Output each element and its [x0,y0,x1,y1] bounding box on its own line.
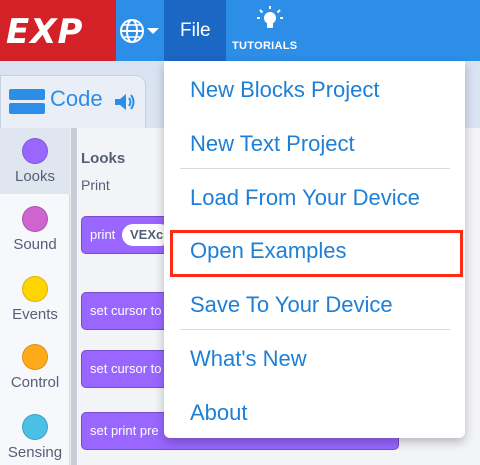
category-sensing[interactable]: Sensing [0,404,70,465]
code-blocks-icon [9,89,45,114]
category-control[interactable]: Control [0,334,70,400]
menu-item-label: Load From Your Device [190,185,420,210]
menu-item-label: New Text Project [190,131,355,156]
speaker-icon[interactable] [113,92,135,112]
category-events[interactable]: Events [0,266,70,332]
menu-item-save-to-device[interactable]: Save To Your Device [164,278,465,332]
file-menu-label: File [180,20,211,41]
category-sound-dot [22,206,48,232]
category-sound-label: Sound [13,236,57,253]
chevron-down-icon [147,28,159,34]
menu-item-whats-new[interactable]: What's New [164,332,465,386]
category-sound[interactable]: Sound [0,196,70,262]
tab-code-label: Code [50,86,103,111]
category-sensing-label: Sensing [7,444,63,461]
menu-divider [180,168,450,169]
print-block-label: print [90,227,116,242]
menu-divider [180,329,450,330]
category-looks[interactable]: Looks [0,128,70,194]
menu-item-load-from-device[interactable]: Load From Your Device [164,171,465,225]
tutorials-button[interactable]: TUTORIALS [232,0,308,61]
tutorials-label: TUTORIALS [232,40,298,52]
category-events-dot [22,276,48,302]
vexcode-logo: EXP [0,0,116,61]
category-looks-label: Looks [14,168,56,185]
logo-text: EXP [6,12,84,52]
menu-item-new-blocks-project[interactable]: New Blocks Project [164,63,465,117]
tab-code[interactable]: Code [0,75,146,128]
lightbulb-icon [257,6,283,28]
top-menu-bar: EXP File TUTORIALS [0,0,480,61]
menu-item-label: About [190,400,248,425]
globe-icon [120,19,159,43]
category-sensing-dot [22,414,48,440]
palette-subheading: Print [81,177,110,193]
palette-heading: Looks [81,150,126,167]
menu-item-label: Save To Your Device [190,292,393,317]
category-list: Looks Sound Events Control Sensing [0,128,70,465]
set-cursor-block-label: set cursor to [90,361,162,376]
category-control-dot [22,344,48,370]
file-menu-button[interactable]: File [164,0,226,61]
menu-item-new-text-project[interactable]: New Text Project [164,117,465,171]
category-control-label: Control [10,374,60,391]
category-events-label: Events [12,306,58,323]
menu-item-label: New Blocks Project [190,77,380,102]
category-looks-dot [22,138,48,164]
menu-item-about[interactable]: About [164,386,465,440]
set-print-precision-label: set print pre [90,423,159,438]
open-examples-highlight [170,230,463,277]
menu-item-label: What's New [190,346,307,371]
set-cursor-block-label: set cursor to [90,303,162,318]
language-menu[interactable] [116,14,164,48]
